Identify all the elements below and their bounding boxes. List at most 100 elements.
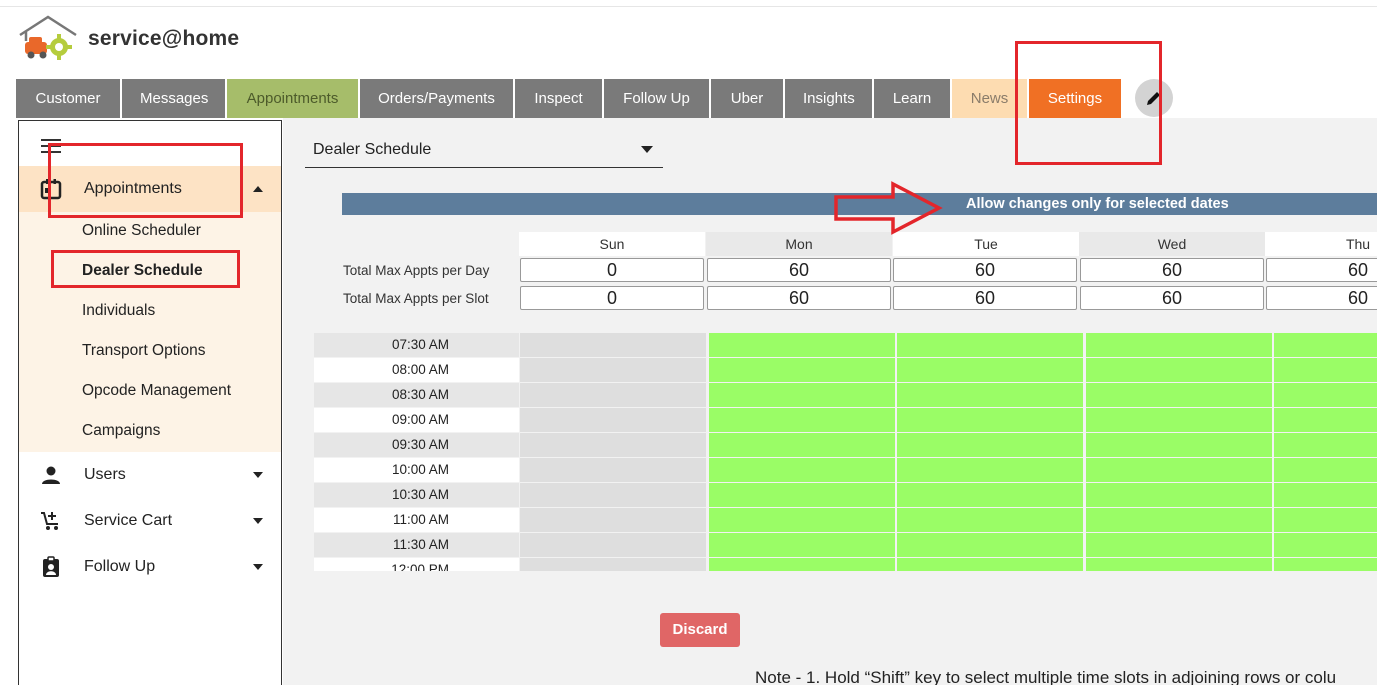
- max-per-slot-tue[interactable]: 60: [893, 286, 1077, 310]
- time-slot-mon[interactable]: [709, 483, 895, 507]
- sidebar-item-online-scheduler[interactable]: Online Scheduler: [82, 222, 201, 240]
- time-slot-thu[interactable]: [1274, 408, 1377, 432]
- time-slot-sun[interactable]: [520, 458, 706, 482]
- time-label: 12:00 PM: [314, 558, 519, 571]
- label-max-appts-per-slot: Total Max Appts per Slot: [343, 291, 489, 306]
- tab-orders-payments[interactable]: Orders/Payments: [360, 79, 513, 118]
- time-slot-tue[interactable]: [897, 483, 1083, 507]
- sidebar-item-appointments[interactable]: Appointments: [19, 166, 281, 212]
- time-label: 11:00 AM: [314, 508, 519, 532]
- time-slot-sun[interactable]: [520, 508, 706, 532]
- time-slot-sun[interactable]: [520, 383, 706, 407]
- time-slot-tue[interactable]: [897, 358, 1083, 382]
- time-slot-thu[interactable]: [1274, 508, 1377, 532]
- brand-name: service@home: [88, 27, 240, 50]
- sidebar-item-dealer-schedule[interactable]: Dealer Schedule: [82, 262, 203, 280]
- time-slot-wed[interactable]: [1086, 458, 1272, 482]
- time-slot-mon[interactable]: [709, 558, 895, 571]
- time-slot-mon[interactable]: [709, 333, 895, 357]
- discard-button[interactable]: Discard: [660, 613, 740, 647]
- max-per-slot-thu[interactable]: 60: [1266, 286, 1377, 310]
- tab-uber[interactable]: Uber: [711, 79, 783, 118]
- time-slot-wed[interactable]: [1086, 333, 1272, 357]
- time-slot-tue[interactable]: [897, 558, 1083, 571]
- time-slot-wed[interactable]: [1086, 433, 1272, 457]
- time-label: 08:30 AM: [314, 383, 519, 407]
- time-slot-tue[interactable]: [897, 508, 1083, 532]
- time-slot-wed[interactable]: [1086, 558, 1272, 571]
- tab-inspect[interactable]: Inspect: [515, 79, 602, 118]
- sidebar-item-campaigns[interactable]: Campaigns: [82, 422, 160, 440]
- time-slot-mon[interactable]: [709, 408, 895, 432]
- main-nav: Customer Messages Appointments Orders/Pa…: [16, 79, 1123, 118]
- time-slot-tue[interactable]: [897, 533, 1083, 557]
- tab-follow-up[interactable]: Follow Up: [604, 79, 709, 118]
- hamburger-menu-icon[interactable]: [41, 139, 61, 153]
- time-slot-sun[interactable]: [520, 483, 706, 507]
- time-slot-mon[interactable]: [709, 533, 895, 557]
- caret-up-icon: [253, 186, 263, 192]
- sidebar-item-individuals[interactable]: Individuals: [82, 302, 155, 320]
- time-slot-sun[interactable]: [520, 358, 706, 382]
- time-slot-mon[interactable]: [709, 458, 895, 482]
- time-slot-thu[interactable]: [1274, 558, 1377, 571]
- tab-learn[interactable]: Learn: [874, 79, 950, 118]
- time-slot-wed[interactable]: [1086, 483, 1272, 507]
- time-slot-wed[interactable]: [1086, 533, 1272, 557]
- max-per-day-tue[interactable]: 60: [893, 258, 1077, 282]
- time-slot-mon[interactable]: [709, 383, 895, 407]
- tab-settings[interactable]: Settings: [1029, 79, 1121, 118]
- time-slot-tue[interactable]: [897, 433, 1083, 457]
- time-slot-thu[interactable]: [1274, 333, 1377, 357]
- max-per-day-sun[interactable]: 0: [520, 258, 704, 282]
- max-per-day-wed[interactable]: 60: [1080, 258, 1264, 282]
- time-slot-thu[interactable]: [1274, 433, 1377, 457]
- time-slot-sun[interactable]: [520, 333, 706, 357]
- time-slot-wed[interactable]: [1086, 358, 1272, 382]
- time-label: 07:30 AM: [314, 333, 519, 357]
- edit-button[interactable]: [1135, 79, 1173, 117]
- time-slot-sun[interactable]: [520, 408, 706, 432]
- time-slot-tue[interactable]: [897, 333, 1083, 357]
- time-slot-wed[interactable]: [1086, 408, 1272, 432]
- max-per-slot-wed[interactable]: 60: [1080, 286, 1264, 310]
- time-slot-thu[interactable]: [1274, 533, 1377, 557]
- tab-messages[interactable]: Messages: [122, 79, 225, 118]
- time-slot-thu[interactable]: [1274, 383, 1377, 407]
- user-icon: [42, 466, 60, 484]
- sidebar-item-service-cart[interactable]: Service Cart: [19, 498, 281, 544]
- page: service@home Customer Messages Appointme…: [0, 0, 1377, 685]
- time-slot-row: 10:00 AM: [314, 458, 1377, 482]
- time-slot-mon[interactable]: [709, 433, 895, 457]
- max-per-day-mon[interactable]: 60: [707, 258, 891, 282]
- time-slot-tue[interactable]: [897, 458, 1083, 482]
- tab-news[interactable]: News: [952, 79, 1027, 118]
- time-slot-tue[interactable]: [897, 408, 1083, 432]
- sidebar-item-opcode-management[interactable]: Opcode Management: [82, 382, 231, 400]
- schedule-dropdown[interactable]: Dealer Schedule: [305, 133, 663, 168]
- dropdown-arrow-icon: [641, 146, 653, 153]
- time-slot-thu[interactable]: [1274, 483, 1377, 507]
- sidebar-item-transport-options[interactable]: Transport Options: [82, 342, 205, 360]
- time-slot-thu[interactable]: [1274, 358, 1377, 382]
- time-slot-sun[interactable]: [520, 433, 706, 457]
- time-slot-row: 11:30 AM: [314, 533, 1377, 557]
- time-slot-mon[interactable]: [709, 508, 895, 532]
- time-slot-wed[interactable]: [1086, 383, 1272, 407]
- sidebar-item-users[interactable]: Users: [19, 452, 281, 498]
- sidebar-item-follow-up[interactable]: Follow Up: [19, 544, 281, 590]
- max-per-day-thu[interactable]: 60: [1266, 258, 1377, 282]
- time-slot-sun[interactable]: [520, 533, 706, 557]
- tab-customer[interactable]: Customer: [16, 79, 120, 118]
- selected-dates-banner[interactable]: Allow changes only for selected dates: [342, 193, 1377, 215]
- sidebar-item-label: Follow Up: [84, 558, 156, 575]
- time-slot-thu[interactable]: [1274, 458, 1377, 482]
- time-slot-wed[interactable]: [1086, 508, 1272, 532]
- max-per-slot-mon[interactable]: 60: [707, 286, 891, 310]
- time-slot-sun[interactable]: [520, 558, 706, 571]
- tab-insights[interactable]: Insights: [785, 79, 872, 118]
- time-slot-mon[interactable]: [709, 358, 895, 382]
- tab-appointments[interactable]: Appointments: [227, 79, 358, 118]
- time-slot-tue[interactable]: [897, 383, 1083, 407]
- max-per-slot-sun[interactable]: 0: [520, 286, 704, 310]
